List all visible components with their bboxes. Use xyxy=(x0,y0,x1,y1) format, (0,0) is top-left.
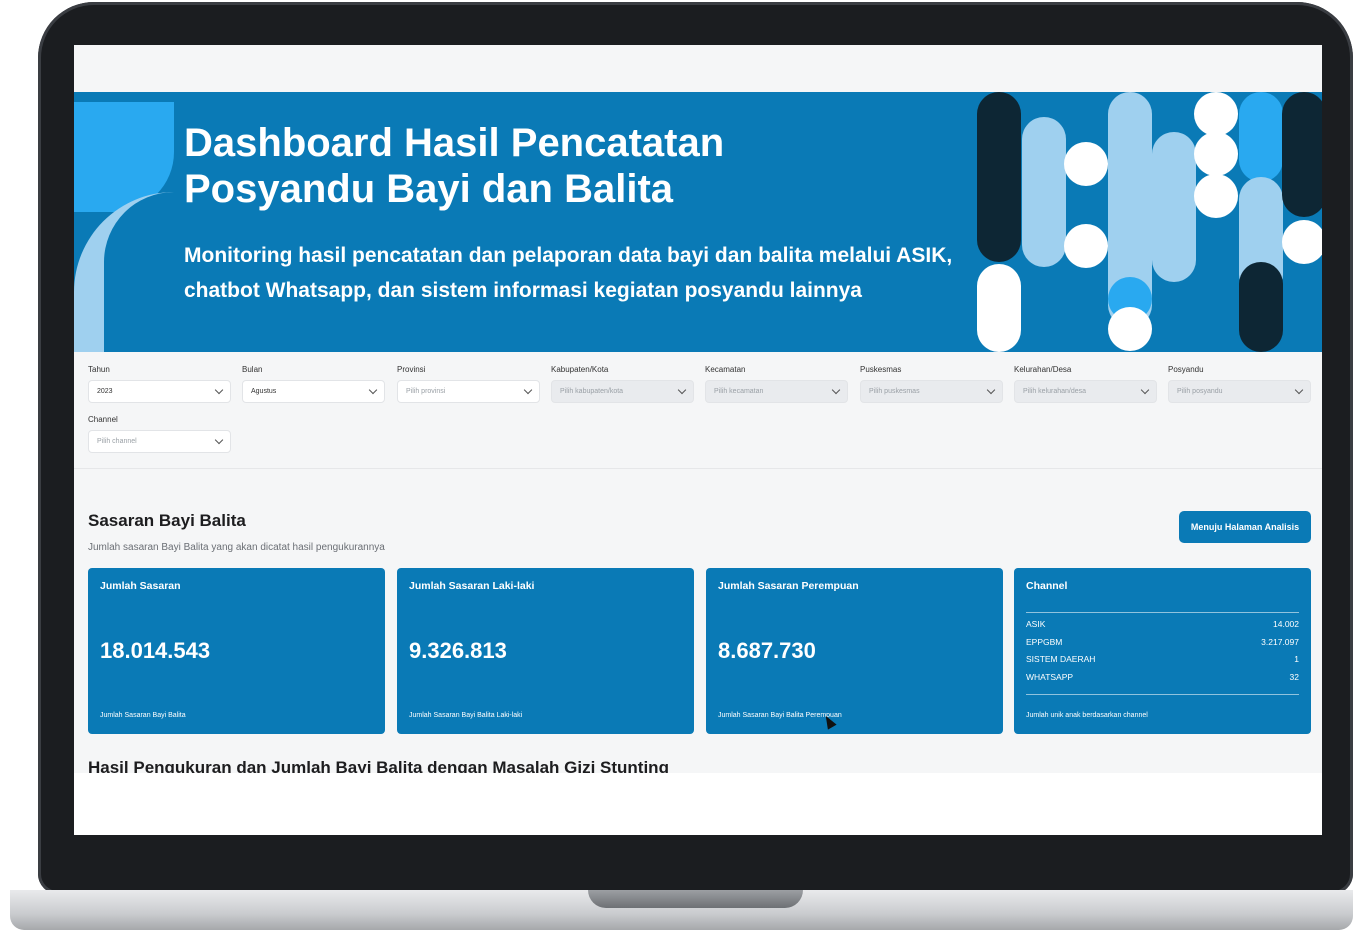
card-jumlah-sasaran: Jumlah Sasaran 18.014.543 Jumlah Sasaran… xyxy=(88,568,385,734)
channel-value: 32 xyxy=(1289,672,1299,682)
chevron-down-icon xyxy=(677,385,687,395)
kelurahan-desa-select[interactable]: Pilih kelurahan/desa xyxy=(1014,380,1157,403)
chevron-down-icon xyxy=(368,385,378,395)
hero-left-decoration xyxy=(74,92,174,352)
channel-divider-bottom xyxy=(1026,694,1299,695)
channel-row: SISTEM DAERAH 1 xyxy=(1026,654,1299,664)
channel-row: EPPGBM 3.217.097 xyxy=(1026,637,1299,647)
filter-label: Bulan xyxy=(242,365,263,374)
card-value: 18.014.543 xyxy=(100,638,211,663)
channel-name: SISTEM DAERAH xyxy=(1026,654,1096,664)
laptop-notch xyxy=(588,890,803,908)
card-footer: Jumlah Sasaran Bayi Balita Laki-laki xyxy=(409,712,523,719)
filter-tahun: Tahun 2023 xyxy=(88,365,231,403)
hero-title-line-1: Dashboard Hasil Pencatatan xyxy=(184,121,725,165)
hero-banner: Dashboard Hasil Pencatatan Posyandu Bayi… xyxy=(74,92,1322,352)
select-placeholder: Pilih provinsi xyxy=(406,388,446,395)
channel-value: 3.217.097 xyxy=(1261,637,1299,647)
filter-bulan: Bulan Agustus xyxy=(242,365,385,403)
filter-label: Channel xyxy=(88,415,118,424)
chevron-down-icon xyxy=(214,385,224,395)
card-title: Jumlah Sasaran Laki-laki xyxy=(409,580,535,592)
select-placeholder: Pilih puskesmas xyxy=(869,388,920,395)
card-footer: Jumlah Sasaran Bayi Balita xyxy=(100,712,186,719)
channel-select[interactable]: Pilih channel xyxy=(88,430,231,453)
select-placeholder: Pilih kelurahan/desa xyxy=(1023,388,1087,395)
select-placeholder: Pilih posyandu xyxy=(1177,388,1223,395)
section-title: Sasaran Bayi Balita xyxy=(88,511,246,530)
chevron-down-icon xyxy=(1294,385,1304,395)
channel-value: 14.002 xyxy=(1273,619,1299,629)
filter-label: Kabupaten/Kota xyxy=(551,365,609,374)
hero-title-line-2: Posyandu Bayi dan Balita xyxy=(184,167,674,211)
section-title-stunting: Hasil Pengukuran dan Jumlah Bayi Balita … xyxy=(88,758,669,773)
channel-divider-top xyxy=(1026,612,1299,613)
hero-title: Dashboard Hasil Pencatatan Posyandu Bayi… xyxy=(184,120,724,212)
filter-provinsi: Provinsi Pilih provinsi xyxy=(397,365,540,403)
select-placeholder: Pilih channel xyxy=(97,438,137,445)
hero-subtitle: Monitoring hasil pencatatan dan pelapora… xyxy=(184,244,953,302)
card-jumlah-sasaran-perempuan: Jumlah Sasaran Perempuan 8.687.730 Jumla… xyxy=(706,568,1003,734)
filter-channel: Channel Pilih channel xyxy=(88,415,231,453)
filter-label: Provinsi xyxy=(397,365,426,374)
filter-posyandu: Posyandu Pilih posyandu xyxy=(1168,365,1311,403)
filter-kabupaten-kota: Kabupaten/Kota Pilih kabupaten/kota xyxy=(551,365,694,403)
filter-label: Tahun xyxy=(88,365,110,374)
select-placeholder: Pilih kecamatan xyxy=(714,388,764,395)
select-placeholder: Pilih kabupaten/kota xyxy=(560,388,624,395)
channel-value: 1 xyxy=(1294,654,1299,664)
card-title: Jumlah Sasaran xyxy=(100,580,181,592)
dashboard-page: Dashboard Hasil Pencatatan Posyandu Bayi… xyxy=(74,45,1322,773)
chevron-down-icon xyxy=(986,385,996,395)
card-channel: Channel ASIK 14.002 EPPGBM 3.217.097 SIS… xyxy=(1014,568,1311,734)
card-title: Jumlah Sasaran Perempuan xyxy=(718,580,859,592)
card-value: 8.687.730 xyxy=(718,638,816,663)
provinsi-select[interactable]: Pilih provinsi xyxy=(397,380,540,403)
filter-kelurahan-desa: Kelurahan/Desa Pilih kelurahan/desa xyxy=(1014,365,1157,403)
channel-name: WHATSAPP xyxy=(1026,672,1074,682)
card-title: Channel xyxy=(1026,580,1068,592)
card-jumlah-sasaran-laki-laki: Jumlah Sasaran Laki-laki 9.326.813 Jumla… xyxy=(397,568,694,734)
filter-label: Kelurahan/Desa xyxy=(1014,365,1072,374)
kabupaten-kota-select[interactable]: Pilih kabupaten/kota xyxy=(551,380,694,403)
tahun-select[interactable]: 2023 xyxy=(88,380,231,403)
card-value: 9.326.813 xyxy=(409,638,507,663)
channel-row: ASIK 14.002 xyxy=(1026,619,1299,629)
select-value: Agustus xyxy=(251,388,277,395)
kecamatan-select[interactable]: Pilih kecamatan xyxy=(705,380,848,403)
puskesmas-select[interactable]: Pilih puskesmas xyxy=(860,380,1003,403)
analisis-page-button[interactable]: Menuju Halaman Analisis xyxy=(1179,511,1311,543)
channel-name: EPPGBM xyxy=(1026,637,1063,647)
channel-name: ASIK xyxy=(1026,619,1046,629)
filter-puskesmas: Puskesmas Pilih puskesmas xyxy=(860,365,1003,403)
bulan-select[interactable]: Agustus xyxy=(242,380,385,403)
select-value: 2023 xyxy=(97,388,113,395)
chevron-down-icon xyxy=(523,385,533,395)
chevron-down-icon xyxy=(214,435,224,445)
card-footer: Jumlah unik anak berdasarkan channel xyxy=(1026,712,1148,719)
section-divider xyxy=(74,468,1322,469)
filter-label: Posyandu xyxy=(1168,365,1204,374)
chevron-down-icon xyxy=(1140,385,1150,395)
channel-row: WHATSAPP 32 xyxy=(1026,672,1299,682)
filter-label: Kecamatan xyxy=(705,365,746,374)
posyandu-select[interactable]: Pilih posyandu xyxy=(1168,380,1311,403)
filter-label: Puskesmas xyxy=(860,365,902,374)
section-description: Jumlah sasaran Bayi Balita yang akan dic… xyxy=(88,542,385,553)
chevron-down-icon xyxy=(831,385,841,395)
filter-kecamatan: Kecamatan Pilih kecamatan xyxy=(705,365,848,403)
laptop-screen: Dashboard Hasil Pencatatan Posyandu Bayi… xyxy=(74,45,1322,835)
